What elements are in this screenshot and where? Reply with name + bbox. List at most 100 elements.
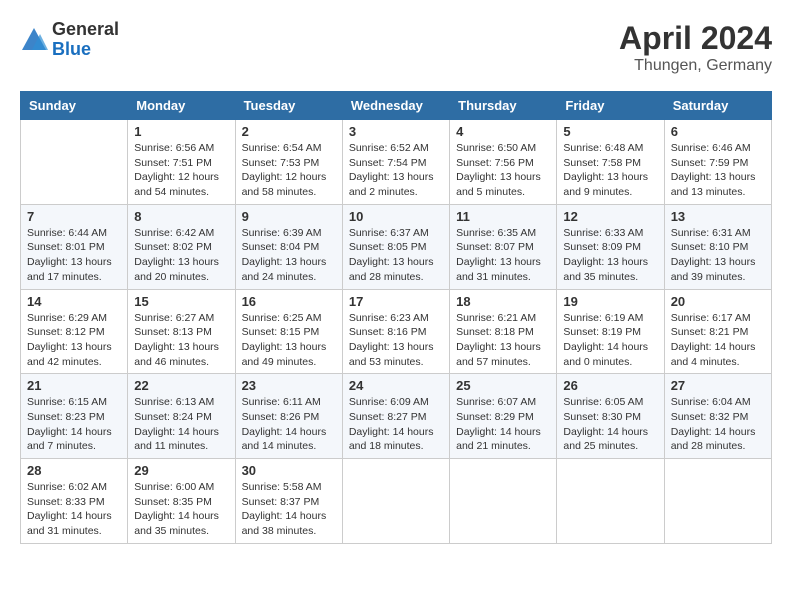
day-number: 10 [349,209,443,224]
calendar-cell: 7 Sunrise: 6:44 AMSunset: 8:01 PMDaylight… [21,204,128,289]
calendar-cell: 24 Sunrise: 6:09 AMSunset: 8:27 PMDayligh… [342,374,449,459]
day-info: Sunrise: 6:07 AMSunset: 8:29 PMDaylight:… [456,395,550,454]
logo-text: General Blue [52,20,119,60]
day-info: Sunrise: 6:31 AMSunset: 8:10 PMDaylight:… [671,226,765,285]
calendar-cell: 20 Sunrise: 6:17 AMSunset: 8:21 PMDayligh… [664,289,771,374]
calendar-cell: 11 Sunrise: 6:35 AMSunset: 8:07 PMDayligh… [450,204,557,289]
day-number: 20 [671,294,765,309]
day-info: Sunrise: 6:05 AMSunset: 8:30 PMDaylight:… [563,395,657,454]
day-number: 17 [349,294,443,309]
col-header-wednesday: Wednesday [342,92,449,120]
calendar-cell: 2 Sunrise: 6:54 AMSunset: 7:53 PMDaylight… [235,120,342,205]
day-number: 8 [134,209,228,224]
calendar-cell: 27 Sunrise: 6:04 AMSunset: 8:32 PMDayligh… [664,374,771,459]
day-number: 6 [671,124,765,139]
logo-blue-text: Blue [52,40,119,60]
calendar-cell: 18Sunrise: 6:21 AMSunset: 8:18 PMDayligh… [450,289,557,374]
day-info: Sunrise: 6:54 AMSunset: 7:53 PMDaylight:… [242,141,336,200]
day-number: 15 [134,294,228,309]
day-info: Sunrise: 6:35 AMSunset: 8:07 PMDaylight:… [456,226,550,285]
day-info: Sunrise: 6:29 AMSunset: 8:12 PMDaylight:… [27,311,121,370]
day-number: 13 [671,209,765,224]
day-info: Sunrise: 6:27 AMSunset: 8:13 PMDaylight:… [134,311,228,370]
day-info: Sunrise: 6:11 AMSunset: 8:26 PMDaylight:… [242,395,336,454]
col-header-saturday: Saturday [664,92,771,120]
col-header-sunday: Sunday [21,92,128,120]
calendar-cell: 17 Sunrise: 6:23 AMSunset: 8:16 PMDayligh… [342,289,449,374]
calendar-cell: 9Sunrise: 6:39 AMSunset: 8:04 PMDaylight… [235,204,342,289]
day-info: Sunrise: 6:52 AMSunset: 7:54 PMDaylight:… [349,141,443,200]
day-info: Sunrise: 6:19 AMSunset: 8:19 PMDaylight:… [563,311,657,370]
day-number: 30 [242,463,336,478]
day-number: 14 [27,294,121,309]
calendar-cell: 23 Sunrise: 6:11 AMSunset: 8:26 PMDayligh… [235,374,342,459]
day-number: 24 [349,378,443,393]
day-info: Sunrise: 6:56 AMSunset: 7:51 PMDaylight:… [134,141,228,200]
calendar-cell [557,459,664,544]
calendar-cell [664,459,771,544]
day-number: 23 [242,378,336,393]
col-header-thursday: Thursday [450,92,557,120]
calendar-cell: 28 Sunrise: 6:02 AMSunset: 8:33 PMDayligh… [21,459,128,544]
day-info: Sunrise: 6:25 AMSunset: 8:15 PMDaylight:… [242,311,336,370]
calendar-cell: 10 Sunrise: 6:37 AMSunset: 8:05 PMDayligh… [342,204,449,289]
calendar-cell: 8Sunrise: 6:42 AMSunset: 8:02 PMDaylight… [128,204,235,289]
day-number: 21 [27,378,121,393]
day-info: Sunrise: 6:50 AMSunset: 7:56 PMDaylight:… [456,141,550,200]
day-number: 27 [671,378,765,393]
day-number: 29 [134,463,228,478]
calendar-cell: 12 Sunrise: 6:33 AMSunset: 8:09 PMDayligh… [557,204,664,289]
calendar-cell: 1Sunrise: 6:56 AMSunset: 7:51 PMDaylight… [128,120,235,205]
day-info: Sunrise: 6:04 AMSunset: 8:32 PMDaylight:… [671,395,765,454]
calendar-cell: 14 Sunrise: 6:29 AMSunset: 8:12 PMDayligh… [21,289,128,374]
day-info: Sunrise: 6:46 AMSunset: 7:59 PMDaylight:… [671,141,765,200]
calendar-cell: 3Sunrise: 6:52 AMSunset: 7:54 PMDaylight… [342,120,449,205]
calendar-table: SundayMondayTuesdayWednesdayThursdayFrid… [20,91,772,544]
location-text: Thungen, Germany [619,57,772,75]
calendar-cell: 22 Sunrise: 6:13 AMSunset: 8:24 PMDayligh… [128,374,235,459]
logo-icon [20,26,48,54]
month-title: April 2024 [619,20,772,57]
calendar-cell: 19 Sunrise: 6:19 AMSunset: 8:19 PMDayligh… [557,289,664,374]
day-info: Sunrise: 6:17 AMSunset: 8:21 PMDaylight:… [671,311,765,370]
day-info: Sunrise: 6:37 AMSunset: 8:05 PMDaylight:… [349,226,443,285]
day-info: Sunrise: 6:15 AMSunset: 8:23 PMDaylight:… [27,395,121,454]
day-number: 9 [242,209,336,224]
day-number: 19 [563,294,657,309]
day-info: Sunrise: 6:13 AMSunset: 8:24 PMDaylight:… [134,395,228,454]
day-info: Sunrise: 6:44 AMSunset: 8:01 PMDaylight:… [27,226,121,285]
day-number: 22 [134,378,228,393]
col-header-monday: Monday [128,92,235,120]
day-number: 7 [27,209,121,224]
day-info: Sunrise: 6:48 AMSunset: 7:58 PMDaylight:… [563,141,657,200]
day-number: 2 [242,124,336,139]
page-header: General Blue April 2024 Thungen, Germany [20,20,772,75]
day-number: 12 [563,209,657,224]
day-number: 28 [27,463,121,478]
calendar-cell: 21 Sunrise: 6:15 AMSunset: 8:23 PMDayligh… [21,374,128,459]
day-info: Sunrise: 6:33 AMSunset: 8:09 PMDaylight:… [563,226,657,285]
calendar-cell: 30 Sunrise: 5:58 AMSunset: 8:37 PMDayligh… [235,459,342,544]
calendar-cell: 6 Sunrise: 6:46 AMSunset: 7:59 PMDaylight… [664,120,771,205]
calendar-cell: 5Sunrise: 6:48 AMSunset: 7:58 PMDaylight… [557,120,664,205]
calendar-cell: 15 Sunrise: 6:27 AMSunset: 8:13 PMDayligh… [128,289,235,374]
day-number: 26 [563,378,657,393]
day-info: Sunrise: 6:21 AMSunset: 8:18 PMDaylight:… [456,311,550,370]
calendar-cell [342,459,449,544]
calendar-cell: 29Sunrise: 6:00 AMSunset: 8:35 PMDayligh… [128,459,235,544]
day-info: Sunrise: 5:58 AMSunset: 8:37 PMDaylight:… [242,480,336,539]
logo: General Blue [20,20,119,60]
logo-general-text: General [52,20,119,40]
day-info: Sunrise: 6:23 AMSunset: 8:16 PMDaylight:… [349,311,443,370]
day-info: Sunrise: 6:02 AMSunset: 8:33 PMDaylight:… [27,480,121,539]
title-block: April 2024 Thungen, Germany [619,20,772,75]
day-number: 11 [456,209,550,224]
day-number: 16 [242,294,336,309]
day-number: 4 [456,124,550,139]
day-info: Sunrise: 6:09 AMSunset: 8:27 PMDaylight:… [349,395,443,454]
calendar-cell: 4 Sunrise: 6:50 AMSunset: 7:56 PMDaylight… [450,120,557,205]
calendar-cell [21,120,128,205]
day-number: 25 [456,378,550,393]
calendar-cell: 25 Sunrise: 6:07 AMSunset: 8:29 PMDayligh… [450,374,557,459]
calendar-cell: 16 Sunrise: 6:25 AMSunset: 8:15 PMDayligh… [235,289,342,374]
